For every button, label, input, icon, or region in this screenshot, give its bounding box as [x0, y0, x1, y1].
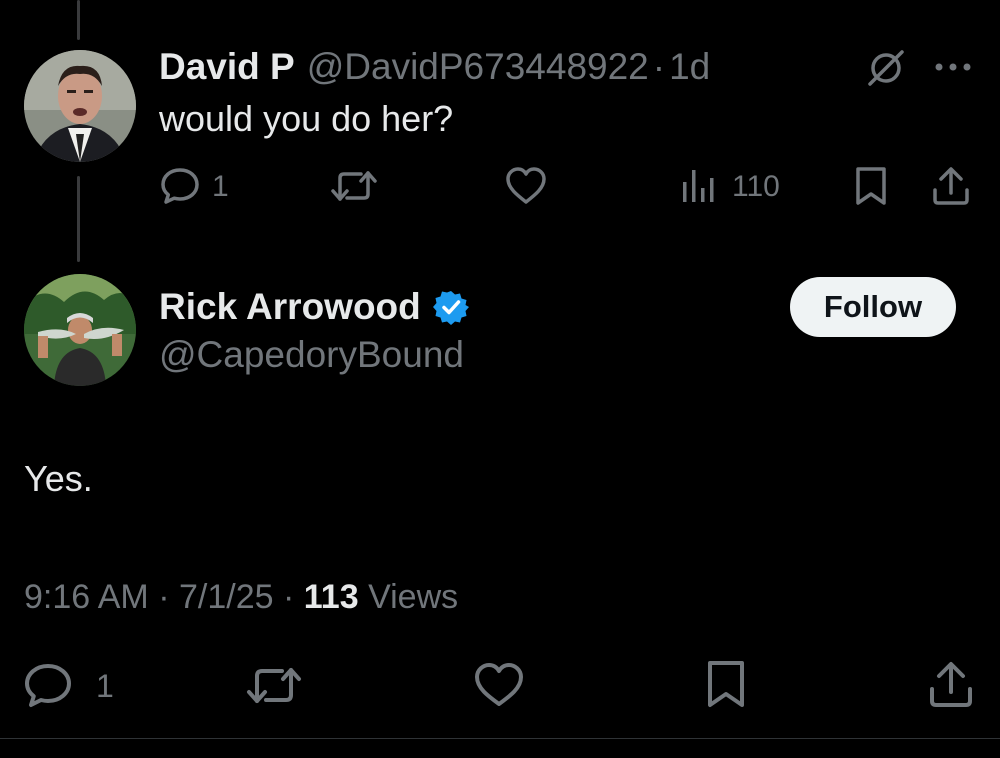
avatar-man-in-suit-image	[24, 50, 136, 162]
reply-reply-count: 1	[212, 170, 229, 203]
reply-text: would you do her?	[159, 98, 454, 139]
reply-views-count: 110	[732, 170, 780, 203]
post-time[interactable]: 9:16 AM	[24, 578, 149, 616]
thread-line-top	[77, 0, 80, 40]
reply-heart-icon[interactable]	[505, 166, 547, 206]
follow-button[interactable]: Follow	[790, 277, 956, 337]
reply-time-ago[interactable]: 1d	[669, 46, 710, 88]
post-heart-icon[interactable]	[474, 662, 524, 708]
reply-repost-icon[interactable]	[331, 166, 377, 206]
reply-comment-bubble-icon[interactable]	[160, 166, 200, 206]
post-text: Yes.	[24, 458, 93, 499]
post-meta: 9:16 AM · 7/1/25 · 113 Views	[24, 578, 458, 617]
more-dots-icon[interactable]	[934, 60, 974, 74]
reply-share-upload-icon[interactable]	[932, 166, 970, 206]
avatar-david-p[interactable]	[24, 50, 136, 162]
grok-icon[interactable]	[866, 48, 906, 88]
reply-author-name[interactable]: David P	[159, 46, 295, 88]
post-repost-icon[interactable]	[246, 662, 302, 708]
post-views-label: Views	[368, 578, 459, 616]
post-share-upload-icon[interactable]	[928, 660, 974, 708]
post-reply-count: 1	[96, 668, 114, 704]
reply-bookmark-icon[interactable]	[854, 166, 888, 206]
post-meta-separator-2: ·	[282, 578, 295, 616]
reply-bar-chart-icon[interactable]	[681, 168, 717, 204]
post-author-handle[interactable]: @CapedoryBound	[159, 334, 464, 376]
avatar-man-holding-fish-image	[24, 274, 136, 386]
verified-badge-icon	[432, 289, 469, 325]
post-date[interactable]: 7/1/25	[179, 578, 274, 616]
bottom-divider	[0, 738, 1000, 739]
post-author-name[interactable]: Rick Arrowood	[159, 286, 421, 328]
reply-author-handle[interactable]: @DavidP673448922	[307, 46, 649, 88]
avatar-rick-arrowood[interactable]	[24, 274, 136, 386]
thread-line-connector	[77, 176, 80, 262]
reply-separator: ·	[652, 46, 666, 87]
post-views-count: 113	[303, 578, 359, 616]
post-meta-separator-1: ·	[158, 578, 170, 616]
post-bookmark-icon[interactable]	[706, 660, 746, 708]
post-comment-bubble-icon[interactable]	[24, 662, 72, 708]
